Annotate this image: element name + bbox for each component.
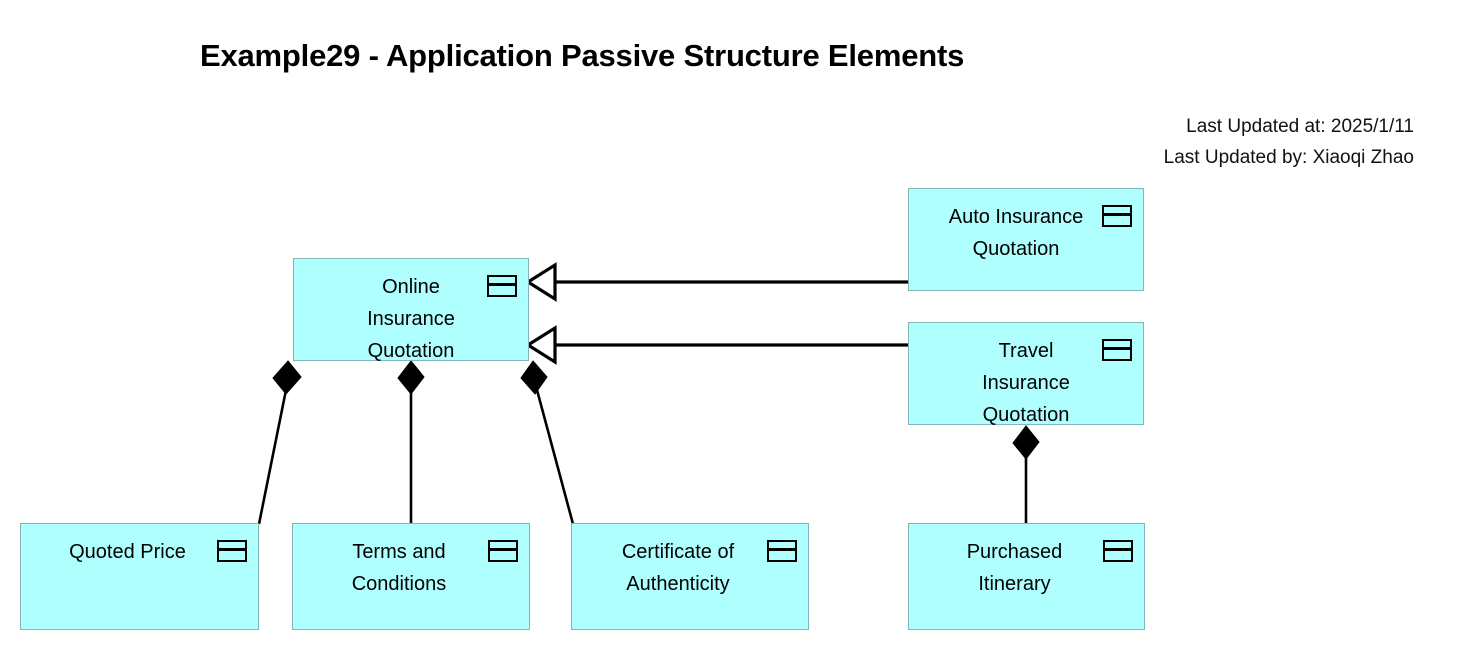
node-layer: Online Insurance Quotation Auto Insuranc… — [0, 0, 1466, 654]
data-object-icon — [487, 275, 517, 297]
data-object-icon — [1103, 540, 1133, 562]
node-certificate-of-authenticity[interactable]: Certificate of Authenticity — [571, 523, 809, 630]
node-purchased-itinerary[interactable]: Purchased Itinerary — [908, 523, 1145, 630]
data-object-icon — [217, 540, 247, 562]
node-online-insurance-quotation[interactable]: Online Insurance Quotation — [293, 258, 529, 362]
diagram-canvas: Example29 - Application Passive Structur… — [0, 0, 1466, 654]
data-object-icon — [1102, 339, 1132, 361]
data-object-icon — [767, 540, 797, 562]
data-object-icon — [488, 540, 518, 562]
data-object-icon — [1102, 205, 1132, 227]
node-quoted-price[interactable]: Quoted Price — [20, 523, 259, 630]
node-travel-insurance-quotation[interactable]: Travel Insurance Quotation — [908, 322, 1144, 426]
node-terms-and-conditions[interactable]: Terms and Conditions — [292, 523, 530, 630]
node-auto-insurance-quotation[interactable]: Auto Insurance Quotation — [908, 188, 1144, 291]
